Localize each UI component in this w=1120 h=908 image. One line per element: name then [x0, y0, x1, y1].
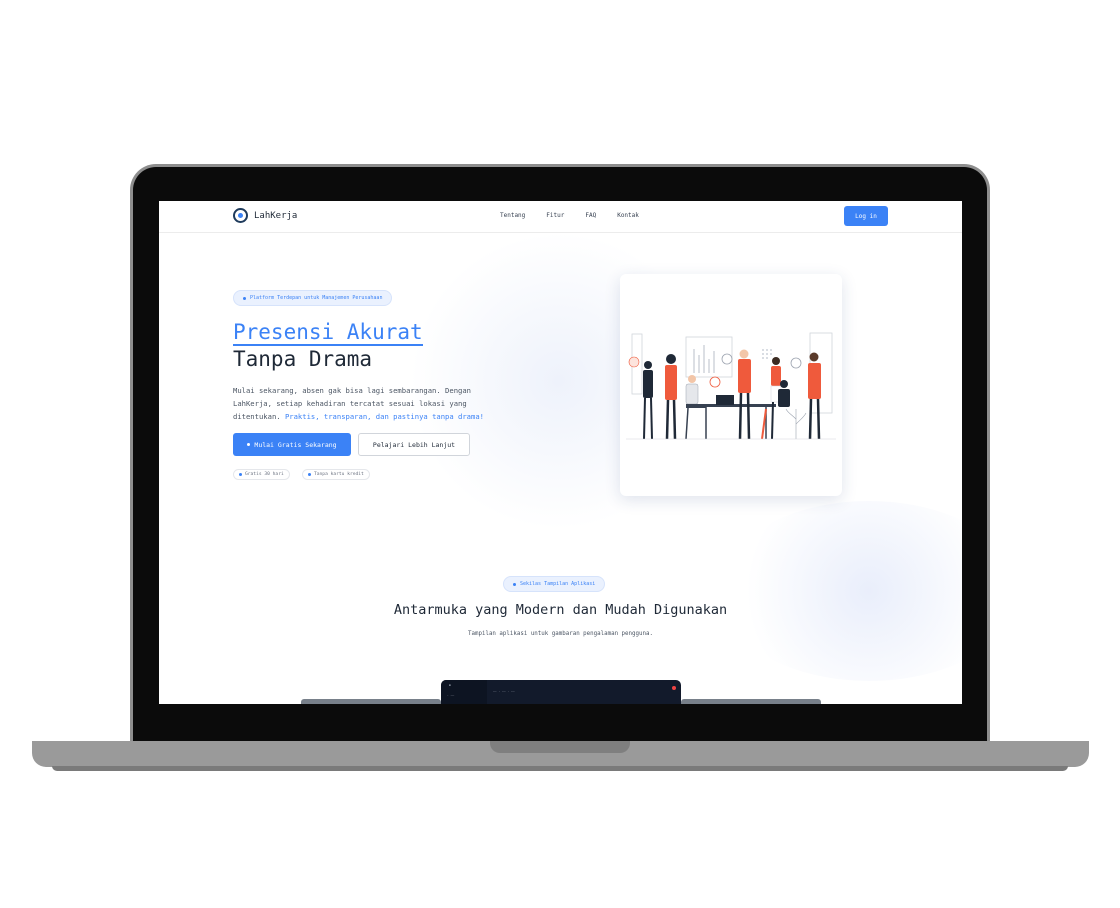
- laptop-base-shadow: [52, 766, 1068, 771]
- navbar: LahKerja Tentang Fitur FAQ Kontak Log in: [159, 201, 962, 233]
- hero-description-line: ditentukan. Praktis, transparan, dan pas…: [233, 410, 533, 423]
- app-preview-screenshot: ▪ · —— —— · —— · ——: [441, 680, 681, 704]
- dot-icon: [239, 473, 242, 476]
- background-glow: [719, 501, 962, 681]
- team-meeting-illustration: [626, 332, 836, 440]
- hero-badge: Platform Terdepan untuk Manajemen Perusa…: [233, 290, 393, 306]
- feature-chip-label: Tanpa kartu kredit: [314, 472, 364, 477]
- learn-more-button[interactable]: Pelajari Lebih Lanjut: [358, 433, 470, 456]
- dot-icon: [513, 582, 516, 586]
- laptop-notch: [490, 741, 630, 753]
- hero-description-highlight: Praktis, transparan, dan pastinya tanpa …: [284, 412, 484, 421]
- preview-badge-text: Sekilas Tampilan Aplikasi: [520, 581, 596, 587]
- nav-menu: Tentang Fitur FAQ Kontak: [500, 212, 639, 219]
- app-preview-breadcrumb: —— · —— · ——: [493, 689, 515, 693]
- preview-badge: Sekilas Tampilan Aplikasi: [503, 576, 606, 592]
- dot-icon: [243, 296, 246, 300]
- laptop-screen: LahKerja Tentang Fitur FAQ Kontak Log in…: [159, 201, 962, 704]
- nav-link-kontak[interactable]: Kontak: [617, 212, 639, 219]
- hero-description: Mulai sekarang, absen gak bisa lagi semb…: [233, 384, 533, 423]
- dot-icon: [308, 473, 311, 476]
- hero-badge-text: Platform Terdepan untuk Manajemen Perusa…: [250, 295, 383, 301]
- feature-chip: Tanpa kartu kredit: [302, 469, 370, 480]
- hero-title: Tanpa Drama: [233, 347, 373, 371]
- app-preview-sidebar: ▪ · ——: [441, 680, 487, 704]
- device-preview-right: [681, 699, 821, 704]
- app-preview-brand: ▪: [449, 683, 451, 687]
- hero-title-highlight: Presensi Akurat: [233, 320, 423, 346]
- brand-name: LahKerja: [254, 210, 298, 221]
- feature-chip: Gratis 30 hari: [233, 469, 290, 480]
- section-subtitle: Tampilan aplikasi untuk gambaran pengala…: [468, 631, 653, 637]
- app-preview-notification-icon: [672, 686, 676, 690]
- nav-link-fitur[interactable]: Fitur: [546, 212, 564, 219]
- start-free-label: Mulai Gratis Sekarang: [254, 440, 337, 449]
- feature-chip-label: Gratis 30 hari: [245, 472, 284, 477]
- start-free-button[interactable]: Mulai Gratis Sekarang: [233, 433, 351, 456]
- hero-description-text: ditentukan.: [233, 412, 281, 421]
- hero-description-line: Mulai sekarang, absen gak bisa lagi semb…: [233, 386, 471, 395]
- nav-link-faq[interactable]: FAQ: [585, 212, 596, 219]
- nav-link-tentang[interactable]: Tentang: [500, 212, 525, 219]
- dot-icon: [247, 443, 251, 446]
- brand-logo[interactable]: LahKerja: [233, 208, 297, 223]
- hero-description-line: LahKerja, setiap kehadiran tercatat sesu…: [233, 399, 467, 408]
- logo-icon: [233, 208, 248, 223]
- app-preview-menu: · ——: [447, 693, 455, 697]
- section-title: Antarmuka yang Modern dan Mudah Digunaka…: [393, 602, 728, 618]
- device-preview-left: [301, 699, 441, 704]
- hero-illustration-card: [620, 274, 842, 496]
- login-button[interactable]: Log in: [844, 206, 888, 226]
